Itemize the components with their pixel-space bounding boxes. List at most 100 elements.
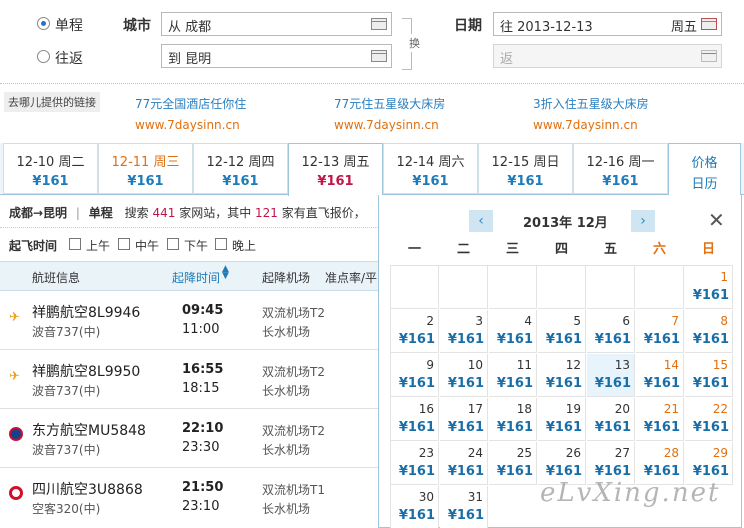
flight-name[interactable]: 祥鹏航空8L9950	[32, 361, 140, 381]
date-tab[interactable]: 12-14 周六 ¥161	[383, 143, 478, 194]
date-tab-active[interactable]: 12-13 周五 ¥161	[288, 143, 383, 196]
return-date-placeholder: 返	[500, 52, 514, 67]
calendar-day[interactable]: 30 ¥161	[391, 486, 439, 528]
sort-icon[interactable]: ▲ ▼	[222, 265, 229, 281]
calendar-day[interactable]: 1 ¥161	[685, 266, 733, 309]
trip-type-text: 单程	[88, 206, 113, 220]
calendar-day-price: ¥161	[545, 464, 582, 479]
filter-afternoon-checkbox[interactable]	[167, 238, 179, 250]
ad-url[interactable]: www.7daysinn.cn	[135, 118, 246, 132]
calendar-day[interactable]: 12 ¥161	[538, 354, 586, 397]
weekday-header: 四	[554, 242, 568, 257]
calendar-day[interactable]: 25 ¥161	[489, 442, 537, 485]
calendar-day[interactable]: 19 ¥161	[538, 398, 586, 441]
calendar-icon[interactable]	[701, 18, 717, 30]
calendar-day-number: 12	[565, 358, 581, 372]
flight-name[interactable]: 祥鹏航空8L9946	[32, 302, 140, 322]
flight-row[interactable]: ✈ 祥鹏航空8L9946 波音737(中) 09:45 11:00 双流机场T2…	[0, 292, 378, 350]
ad-title[interactable]: 3折入住五星级大床房	[533, 95, 649, 112]
flight-row[interactable]: 四川航空3U8868 空客320(中) 21:50 23:10 双流机场T1 长…	[0, 469, 378, 528]
calendar-day-number: 7	[671, 314, 679, 328]
date-tab-date: 12-10 周二	[16, 155, 85, 170]
price-calendar-tab[interactable]: 价格 日历	[668, 143, 741, 196]
calendar-day[interactable]: 3 ¥161	[440, 310, 488, 353]
date-tab[interactable]: 12-11 周三 ¥161	[98, 143, 193, 194]
flight-row[interactable]: ✈ 祥鹏航空8L9950 波音737(中) 16:55 18:15 双流机场T2…	[0, 351, 378, 409]
weekday-header: 日	[701, 242, 715, 257]
to-city-input[interactable]: 到 昆明	[161, 44, 392, 68]
calendar-day[interactable]: 9 ¥161	[391, 354, 439, 397]
calendar-day[interactable]: 10 ¥161	[440, 354, 488, 397]
calendar-day-price: ¥161	[643, 464, 680, 479]
ad-url[interactable]: www.7daysinn.cn	[334, 118, 445, 132]
arrival-airport: 长水机场	[262, 325, 311, 339]
next-month-button[interactable]: ›	[631, 210, 655, 232]
price-calendar-line2: 日历	[691, 177, 718, 192]
calendar-day-price: ¥161	[496, 376, 533, 391]
city-list-icon[interactable]	[371, 50, 387, 62]
calendar-day-selected[interactable]: 13 ¥161	[587, 354, 635, 397]
date-tab[interactable]: 12-10 周二 ¥161	[3, 143, 98, 194]
departure-time: 21:50	[182, 480, 224, 495]
calendar-day-number: 17	[467, 402, 483, 416]
column-time[interactable]: 起降时间	[172, 269, 220, 286]
calendar-icon[interactable]	[701, 50, 717, 62]
depart-date-input[interactable]: 往 2013-12-13 周五	[493, 12, 722, 36]
calendar-day[interactable]: 22 ¥161	[685, 398, 733, 441]
arrival-time: 18:15	[182, 381, 220, 396]
ad-title[interactable]: 77元全国酒店任你住	[135, 95, 246, 112]
date-tab[interactable]: 12-12 周四 ¥161	[193, 143, 288, 194]
calendar-day-price: ¥161	[692, 376, 729, 391]
calendar-day[interactable]: 11 ¥161	[489, 354, 537, 397]
calendar-day-number: 20	[614, 402, 630, 416]
city-list-icon[interactable]	[371, 18, 387, 30]
date-label: 日期	[454, 18, 482, 34]
calendar-day[interactable]: 23 ¥161	[391, 442, 439, 485]
close-icon[interactable]: ✕	[708, 210, 725, 230]
date-tab[interactable]: 12-16 周一 ¥161	[573, 143, 668, 194]
calendar-day[interactable]: 31 ¥161	[440, 486, 488, 528]
departure-time: 22:10	[182, 421, 224, 436]
calendar-day[interactable]: 14 ¥161	[636, 354, 684, 397]
calendar-empty-cell	[489, 266, 537, 309]
return-date-input[interactable]: 返	[493, 44, 722, 68]
calendar-day[interactable]: 17 ¥161	[440, 398, 488, 441]
calendar-day[interactable]: 18 ¥161	[489, 398, 537, 441]
calendar-day[interactable]: 20 ¥161	[587, 398, 635, 441]
flight-name[interactable]: 四川航空3U8868	[32, 479, 143, 499]
calendar-day[interactable]: 21 ¥161	[636, 398, 684, 441]
ad-item[interactable]: 3折入住五星级大床房 www.7daysinn.cn	[533, 95, 649, 132]
calendar-day[interactable]: 4 ¥161	[489, 310, 537, 353]
ad-url[interactable]: www.7daysinn.cn	[533, 118, 649, 132]
calendar-day[interactable]: 24 ¥161	[440, 442, 488, 485]
calendar-day[interactable]: 2 ¥161	[391, 310, 439, 353]
calendar-day[interactable]: 16 ¥161	[391, 398, 439, 441]
ad-item[interactable]: 77元全国酒店任你住 www.7daysinn.cn	[135, 95, 246, 132]
calendar-day[interactable]: 7 ¥161	[636, 310, 684, 353]
calendar-day-price: ¥161	[447, 332, 484, 347]
date-tab[interactable]: 12-15 周日 ¥161	[478, 143, 573, 194]
filter-morning-checkbox[interactable]	[69, 238, 81, 250]
one-way-radio[interactable]	[37, 17, 50, 30]
flight-row[interactable]: 东方航空MU5848 波音737(中) 22:10 23:30 双流机场T2 长…	[0, 410, 378, 468]
ad-title[interactable]: 77元住五星级大床房	[334, 95, 445, 112]
swap-button[interactable]: 换	[409, 34, 420, 52]
prev-month-button[interactable]: ‹	[469, 210, 493, 232]
calendar-day[interactable]: 8 ¥161	[685, 310, 733, 353]
watermark: eLvXing.net	[540, 478, 721, 508]
filter-option-label: 上午	[86, 239, 111, 253]
calendar-day-price: ¥161	[545, 420, 582, 435]
from-city-input[interactable]: 从 成都	[161, 12, 392, 36]
calendar-day[interactable]: 5 ¥161	[538, 310, 586, 353]
filter-evening-checkbox[interactable]	[215, 238, 227, 250]
calendar-day-number: 26	[565, 446, 581, 460]
ad-item[interactable]: 77元住五星级大床房 www.7daysinn.cn	[334, 95, 445, 132]
calendar-day[interactable]: 6 ¥161	[587, 310, 635, 353]
calendar-day-number: 29	[712, 446, 728, 460]
luckyair-logo-icon: ✈	[9, 310, 20, 325]
round-trip-radio[interactable]	[37, 50, 50, 63]
calendar-day[interactable]: 15 ¥161	[685, 354, 733, 397]
filter-noon-checkbox[interactable]	[118, 238, 130, 250]
calendar-day-number: 5	[573, 314, 581, 328]
flight-name[interactable]: 东方航空MU5848	[32, 420, 146, 440]
